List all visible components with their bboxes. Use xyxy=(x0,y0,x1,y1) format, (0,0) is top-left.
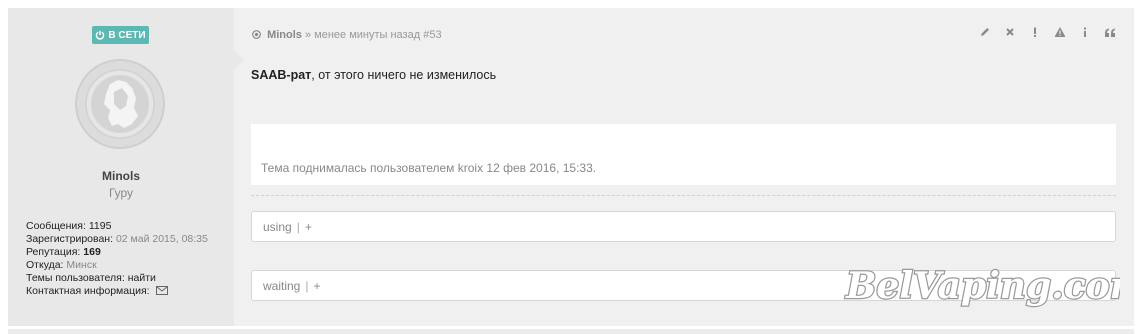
bump-notice: Тема поднималась пользователем kroix 12 … xyxy=(261,161,597,175)
contact-label: Контактная информация: xyxy=(26,285,150,297)
user-info: Сообщения: 1195 Зарегистрирован: 02 май … xyxy=(26,220,208,298)
post-divider xyxy=(0,326,1142,334)
warning-button[interactable] xyxy=(1047,24,1072,40)
info-contact: Контактная информация: xyxy=(26,285,208,298)
info-from: Откуда: Минск xyxy=(26,259,208,272)
watermark-text: BelVaping.com xyxy=(845,265,1120,307)
info-reputation: Репутация: 169 xyxy=(26,246,208,259)
tag-separator: | xyxy=(296,219,300,234)
reputation-label: Репутация: xyxy=(26,246,81,258)
topics-label: Темы пользователя: xyxy=(26,272,125,284)
report-icon xyxy=(1033,27,1036,37)
registered-value: 02 май 2015, 08:35 xyxy=(115,233,208,245)
online-status-label: В СЕТИ xyxy=(108,29,146,41)
warning-icon xyxy=(1054,27,1065,37)
from-value: Минск xyxy=(66,259,97,271)
quote-icon xyxy=(1104,28,1115,37)
post-number[interactable]: #53 xyxy=(423,29,441,41)
info-icon xyxy=(1083,27,1086,37)
post-pointer xyxy=(234,50,244,70)
post-text: , от этого ничего не изменилось xyxy=(311,68,497,82)
post-time[interactable]: менее минуты назад xyxy=(314,29,420,41)
using-tag-bar[interactable]: using | + xyxy=(251,211,1116,242)
report-button[interactable] xyxy=(1022,24,1047,40)
edit-button[interactable] xyxy=(972,24,997,40)
meta-separator: » xyxy=(304,29,312,41)
mail-icon[interactable] xyxy=(155,286,168,295)
registered-label: Зарегистрирован: xyxy=(26,233,114,245)
user-rank: Гуру xyxy=(108,186,134,200)
delete-button[interactable] xyxy=(997,24,1022,40)
add-using-button[interactable]: + xyxy=(305,220,312,234)
post-author-link[interactable]: Minols xyxy=(267,29,302,41)
messages-label: Сообщения: xyxy=(26,220,86,232)
power-icon xyxy=(96,30,105,40)
post-mention: SAAB-рат xyxy=(251,68,312,82)
user-icon xyxy=(252,30,261,39)
username[interactable]: Minols xyxy=(8,169,234,183)
reputation-value: 169 xyxy=(83,246,101,258)
using-label: using xyxy=(263,219,292,234)
watermark-logo: BelVaping.com xyxy=(844,264,1120,309)
waiting-label: waiting xyxy=(263,278,301,293)
post-meta: Minols » менее минуты назад #53 xyxy=(252,29,442,41)
quote-button[interactable] xyxy=(1097,24,1122,40)
info-messages: Сообщения: 1195 xyxy=(26,220,208,233)
delete-icon xyxy=(1005,28,1014,36)
post-body: SAAB-рат, от этого ничего не изменилось xyxy=(251,68,496,82)
from-label: Откуда: xyxy=(26,259,64,271)
bump-notice-box: Тема поднималась пользователем kroix 12 … xyxy=(251,124,1116,185)
online-status-badge: В СЕТИ xyxy=(92,26,149,44)
find-topics-link[interactable]: найти xyxy=(128,272,156,284)
post-actions xyxy=(972,24,1122,40)
info-registered: Зарегистрирован: 02 май 2015, 08:35 xyxy=(26,233,208,246)
info-button[interactable] xyxy=(1072,24,1097,40)
tag-separator: | xyxy=(305,278,309,293)
info-topics: Темы пользователя: найти xyxy=(26,272,208,285)
divider xyxy=(251,195,1116,196)
messages-value: 1195 xyxy=(88,220,112,232)
edit-icon xyxy=(980,28,989,36)
add-waiting-button[interactable]: + xyxy=(313,279,320,293)
avatar[interactable] xyxy=(74,58,166,150)
